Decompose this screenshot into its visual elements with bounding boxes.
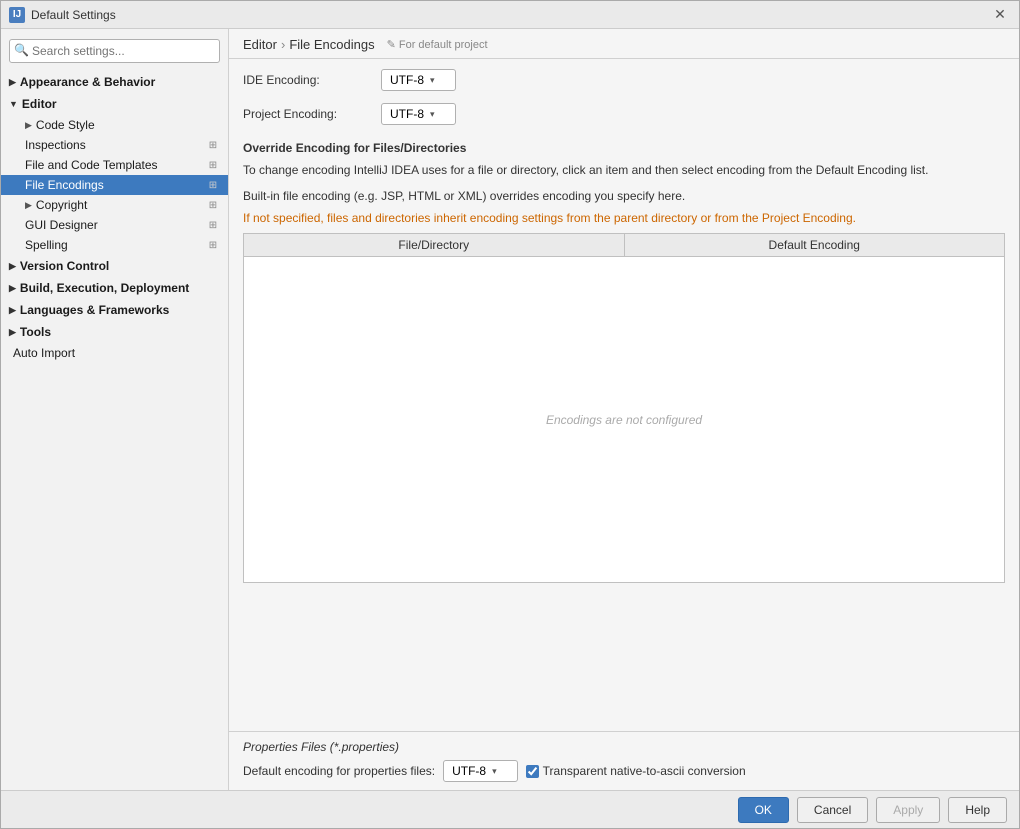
project-encoding-row: Project Encoding: UTF-8 ▾ (243, 103, 1005, 125)
search-input[interactable] (9, 39, 220, 63)
cancel-button[interactable]: Cancel (797, 797, 868, 823)
table-col-default-encoding: Default Encoding (625, 234, 1005, 256)
chevron-down-icon: ▾ (430, 109, 435, 120)
sidebar-item-inspections[interactable]: Inspections ⊞ (1, 135, 228, 155)
properties-section: Properties Files (*.properties) Default … (229, 731, 1019, 790)
sidebar-item-copyright[interactable]: ▶ Copyright ⊞ (1, 195, 228, 215)
window-title: Default Settings (31, 8, 989, 22)
info-text-1: To change encoding IntelliJ IDEA uses fo… (243, 161, 1005, 179)
table-col-file-directory: File/Directory (244, 234, 625, 256)
properties-encoding-value: UTF-8 (452, 764, 486, 778)
sidebar-item-languages-frameworks[interactable]: ▶ Languages & Frameworks (1, 299, 228, 321)
page-icon: ⊞ (206, 138, 220, 152)
page-icon: ⊞ (206, 178, 220, 192)
main-panel: Editor › File Encodings ✎ For default pr… (229, 29, 1019, 790)
sidebar-item-label: File and Code Templates (25, 158, 206, 172)
sidebar-item-spelling[interactable]: Spelling ⊞ (1, 235, 228, 255)
sidebar: 🔍 ▶ Appearance & Behavior ▼ Editor ▶ Cod… (1, 29, 229, 790)
expand-arrow: ▶ (9, 305, 16, 316)
sidebar-item-label: Auto Import (13, 346, 220, 360)
footer: OK Cancel Apply Help (1, 790, 1019, 828)
info-text-2: Built-in file encoding (e.g. JSP, HTML o… (243, 187, 1005, 205)
apply-button[interactable]: Apply (876, 797, 940, 823)
table-header: File/Directory Default Encoding (244, 234, 1004, 257)
properties-label: Default encoding for properties files: (243, 764, 435, 778)
sidebar-item-editor[interactable]: ▼ Editor (1, 93, 228, 115)
sidebar-item-gui-designer[interactable]: GUI Designer ⊞ (1, 215, 228, 235)
sidebar-item-file-and-code-templates[interactable]: File and Code Templates ⊞ (1, 155, 228, 175)
expand-arrow: ▶ (9, 261, 16, 272)
sidebar-item-version-control[interactable]: ▶ Version Control (1, 255, 228, 277)
properties-encoding-dropdown[interactable]: UTF-8 ▾ (443, 760, 518, 782)
sidebar-item-label: Copyright (36, 198, 206, 212)
sidebar-item-label: Editor (22, 97, 57, 111)
ide-encoding-label: IDE Encoding: (243, 73, 373, 87)
sidebar-item-label: File Encodings (25, 178, 206, 192)
sidebar-item-label: Build, Execution, Deployment (20, 281, 189, 295)
sidebar-item-auto-import[interactable]: Auto Import (1, 343, 228, 363)
transparent-conversion-row[interactable]: Transparent native-to-ascii conversion (526, 764, 746, 778)
sidebar-item-label: Appearance & Behavior (20, 75, 155, 89)
project-encoding-value: UTF-8 (390, 107, 424, 121)
page-icon: ⊞ (206, 218, 220, 232)
ok-button[interactable]: OK (738, 797, 789, 823)
breadcrumb: Editor › File Encodings ✎ For default pr… (243, 37, 1005, 52)
project-encoding-dropdown[interactable]: UTF-8 ▾ (381, 103, 456, 125)
expand-arrow: ▶ (9, 283, 16, 294)
expand-arrow: ▶ (9, 77, 16, 88)
breadcrumb-editor: Editor (243, 37, 277, 52)
main-window: IJ Default Settings ✕ 🔍 ▶ Appearance & B… (0, 0, 1020, 829)
sidebar-item-appearance-behavior[interactable]: ▶ Appearance & Behavior (1, 71, 228, 93)
sidebar-item-label: Spelling (25, 238, 206, 252)
sidebar-item-label: Inspections (25, 138, 206, 152)
properties-row: Default encoding for properties files: U… (243, 760, 1005, 782)
sidebar-item-build-execution-deployment[interactable]: ▶ Build, Execution, Deployment (1, 277, 228, 299)
file-directory-table[interactable]: File/Directory Default Encoding Encoding… (243, 233, 1005, 583)
override-title: Override Encoding for Files/Directories (243, 141, 1005, 155)
sidebar-item-label: GUI Designer (25, 218, 206, 232)
transparent-conversion-label: Transparent native-to-ascii conversion (543, 764, 746, 778)
sidebar-item-label: Code Style (36, 118, 220, 132)
breadcrumb-separator: › (281, 37, 285, 52)
breadcrumb-current: File Encodings (289, 37, 374, 52)
sidebar-item-tools[interactable]: ▶ Tools (1, 321, 228, 343)
ide-encoding-value: UTF-8 (390, 73, 424, 87)
ide-encoding-row: IDE Encoding: UTF-8 ▾ (243, 69, 1005, 91)
info-text-3: If not specified, files and directories … (243, 209, 1005, 227)
for-default-label: ✎ For default project (387, 38, 488, 51)
close-button[interactable]: ✕ (989, 4, 1011, 26)
search-box[interactable]: 🔍 (9, 39, 220, 63)
chevron-down-icon: ▾ (430, 75, 435, 86)
page-icon: ⊞ (206, 158, 220, 172)
sidebar-item-file-encodings[interactable]: File Encodings ⊞ (1, 175, 228, 195)
expand-arrow: ▶ (9, 327, 16, 338)
page-icon: ⊞ (206, 238, 220, 252)
search-icon: 🔍 (14, 43, 29, 57)
expand-arrow: ▶ (25, 200, 32, 211)
sidebar-item-label: Version Control (20, 259, 109, 273)
override-section: Override Encoding for Files/Directories … (243, 141, 1005, 583)
content-body: IDE Encoding: UTF-8 ▾ Project Encoding: … (229, 59, 1019, 731)
page-icon: ⊞ (206, 198, 220, 212)
project-encoding-label: Project Encoding: (243, 107, 373, 121)
titlebar: IJ Default Settings ✕ (1, 1, 1019, 29)
chevron-down-icon: ▾ (492, 766, 497, 777)
help-button[interactable]: Help (948, 797, 1007, 823)
expand-arrow: ▶ (25, 120, 32, 131)
table-body: Encodings are not configured (244, 257, 1004, 582)
empty-message: Encodings are not configured (546, 413, 702, 427)
expand-arrow: ▼ (9, 99, 18, 109)
sidebar-item-code-style[interactable]: ▶ Code Style (1, 115, 228, 135)
ide-encoding-dropdown[interactable]: UTF-8 ▾ (381, 69, 456, 91)
content-header: Editor › File Encodings ✎ For default pr… (229, 29, 1019, 59)
app-icon: IJ (9, 7, 25, 23)
transparent-conversion-checkbox[interactable] (526, 765, 539, 778)
sidebar-item-label: Languages & Frameworks (20, 303, 169, 317)
sidebar-item-label: Tools (20, 325, 51, 339)
properties-title: Properties Files (*.properties) (243, 740, 1005, 754)
